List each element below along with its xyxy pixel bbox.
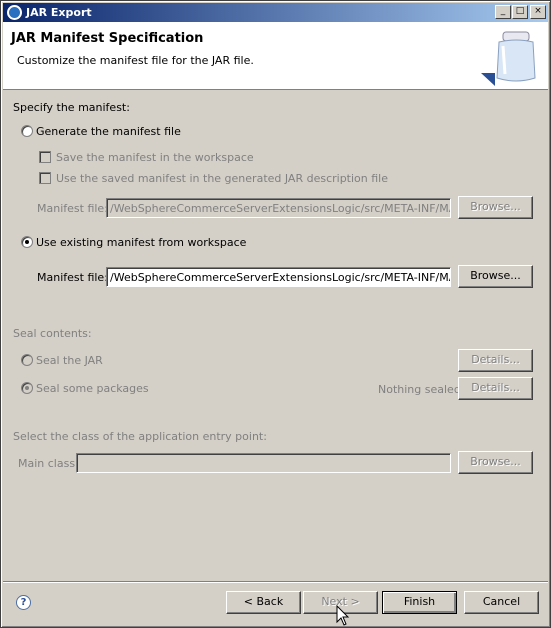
- mouse-pointer-icon: [336, 605, 350, 626]
- main-class-field[interactable]: [76, 453, 451, 473]
- eclipse-app-icon: [7, 5, 22, 20]
- cancel-button[interactable]: Cancel: [464, 591, 539, 614]
- seal-some-packages-radio[interactable]: [21, 382, 33, 394]
- seal-some-packages-label: Seal some packages: [36, 382, 149, 395]
- seal-some-details-button[interactable]: Details...: [458, 377, 533, 400]
- close-button[interactable]: ×: [530, 5, 546, 19]
- back-button[interactable]: < Back: [226, 591, 301, 614]
- save-manifest-checkbox[interactable]: [39, 151, 51, 163]
- use-existing-manifest-label: Use existing manifest from workspace: [36, 236, 247, 249]
- wizard-page-content: Specify the manifest: Generate the manif…: [3, 91, 548, 581]
- radio-selected-dot: [25, 386, 29, 390]
- finish-button[interactable]: Finish: [382, 591, 457, 614]
- existing-manifest-file-label: Manifest file:: [37, 271, 108, 284]
- maximize-button[interactable]: □: [512, 5, 528, 19]
- use-saved-manifest-label: Use the saved manifest in the generated …: [56, 172, 388, 185]
- use-existing-manifest-radio[interactable]: [21, 236, 33, 248]
- page-description: Customize the manifest file for the JAR …: [17, 54, 254, 67]
- seal-jar-label: Seal the JAR: [36, 354, 103, 367]
- radio-selected-dot: [25, 240, 29, 244]
- entry-point-section-label: Select the class of the application entr…: [13, 430, 267, 443]
- jar-icon: [481, 31, 536, 86]
- generated-manifest-file-field[interactable]: /WebSphereCommerceServerExtensionsLogic/…: [106, 198, 451, 218]
- use-saved-manifest-checkbox[interactable]: [39, 172, 51, 184]
- help-icon[interactable]: ?: [16, 595, 31, 610]
- main-class-browse-button[interactable]: Browse...: [458, 451, 533, 474]
- generate-manifest-label: Generate the manifest file: [36, 125, 181, 138]
- seal-section-label: Seal contents:: [13, 327, 92, 340]
- existing-manifest-browse-button[interactable]: Browse...: [458, 265, 533, 288]
- jar-export-dialog: JAR Export _ □ × JAR Manifest Specificat…: [0, 0, 551, 628]
- minimize-button[interactable]: _: [495, 5, 511, 19]
- generated-manifest-browse-button[interactable]: Browse...: [458, 196, 533, 219]
- footer-separator: [3, 581, 548, 583]
- existing-manifest-file-field[interactable]: /WebSphereCommerceServerExtensionsLogic/…: [106, 267, 451, 287]
- manifest-section-label: Specify the manifest:: [13, 101, 130, 114]
- save-manifest-label: Save the manifest in the workspace: [56, 151, 254, 164]
- page-title: JAR Manifest Specification: [11, 31, 204, 46]
- window-title: JAR Export: [26, 6, 92, 19]
- main-class-label: Main class:: [18, 457, 79, 470]
- seal-jar-radio[interactable]: [21, 354, 33, 366]
- generated-manifest-file-label: Manifest file:: [37, 202, 108, 215]
- seal-jar-details-button[interactable]: Details...: [458, 349, 533, 372]
- title-bar[interactable]: JAR Export _ □ ×: [3, 3, 548, 22]
- wizard-banner: JAR Manifest Specification Customize the…: [3, 22, 548, 90]
- generate-manifest-radio[interactable]: [21, 125, 33, 137]
- nothing-sealed-status: Nothing sealed: [378, 383, 461, 396]
